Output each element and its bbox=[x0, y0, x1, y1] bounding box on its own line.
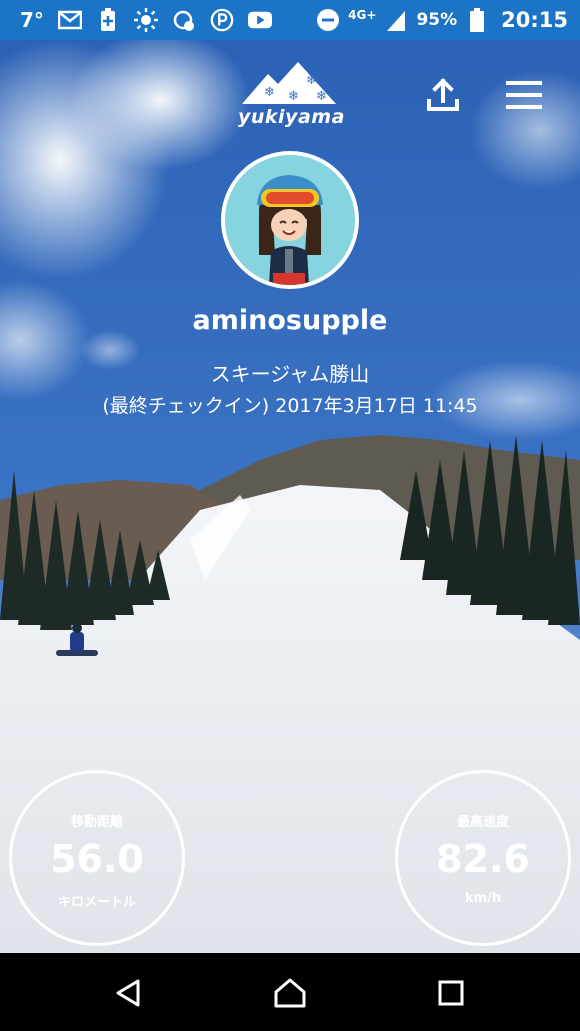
system-nav-bar bbox=[0, 953, 580, 1031]
do-not-disturb-icon bbox=[316, 8, 340, 32]
svg-text:❄: ❄ bbox=[288, 89, 299, 104]
svg-text:❄: ❄ bbox=[316, 89, 327, 104]
recent-apps-button[interactable] bbox=[429, 971, 473, 1015]
signal-icon bbox=[384, 8, 408, 32]
youtube-icon bbox=[247, 8, 272, 32]
hamburger-menu-icon bbox=[506, 81, 542, 109]
battery-saver-icon bbox=[96, 8, 120, 32]
home-button[interactable] bbox=[268, 971, 312, 1015]
share-upload-icon bbox=[427, 78, 459, 111]
distance-value: 56.0 bbox=[50, 837, 144, 881]
max-speed-unit: km/h bbox=[464, 891, 502, 906]
logo-text: yukiyama bbox=[238, 106, 345, 128]
username: aminosupple bbox=[192, 305, 388, 336]
distance-label: 移動距離 bbox=[70, 815, 123, 830]
distance-unit: キロメートル bbox=[57, 895, 136, 910]
distance-stat: 移動距離 56.0 キロメートル bbox=[9, 770, 185, 946]
yukiyama-logo: ❄ ❄ ❄ ❄ yukiyama bbox=[238, 60, 345, 130]
max-speed-label: 最高速度 bbox=[456, 815, 509, 830]
avatar[interactable] bbox=[221, 151, 359, 289]
max-speed-stat: 最高速度 82.6 km/h bbox=[395, 770, 571, 946]
clock-text: 20:15 bbox=[501, 8, 568, 32]
battery-icon bbox=[465, 8, 489, 32]
recent-apps-icon bbox=[438, 980, 464, 1006]
last-checkin: (最終チェックイン) 2017年3月17日 11:45 bbox=[102, 395, 478, 417]
menu-button[interactable] bbox=[502, 74, 546, 116]
brightness-icon bbox=[133, 8, 158, 32]
temperature-text: 7° bbox=[20, 8, 44, 32]
network-type-text: 4G+ bbox=[348, 8, 377, 22]
status-bar: 7° 4G+ 95% 20:15 bbox=[0, 0, 580, 40]
parking-icon bbox=[210, 8, 234, 32]
gmail-icon bbox=[57, 8, 82, 32]
resort-name: スキージャム勝山 bbox=[210, 362, 370, 386]
svg-text:❄: ❄ bbox=[264, 85, 275, 100]
max-speed-value: 82.6 bbox=[436, 837, 530, 881]
svg-text:❄: ❄ bbox=[306, 73, 317, 88]
back-button[interactable] bbox=[107, 971, 151, 1015]
back-triangle-icon bbox=[116, 979, 140, 1007]
weather-icon bbox=[172, 8, 196, 32]
share-button[interactable] bbox=[422, 74, 464, 116]
battery-percent-text: 95% bbox=[416, 10, 458, 30]
home-icon bbox=[274, 978, 306, 1008]
